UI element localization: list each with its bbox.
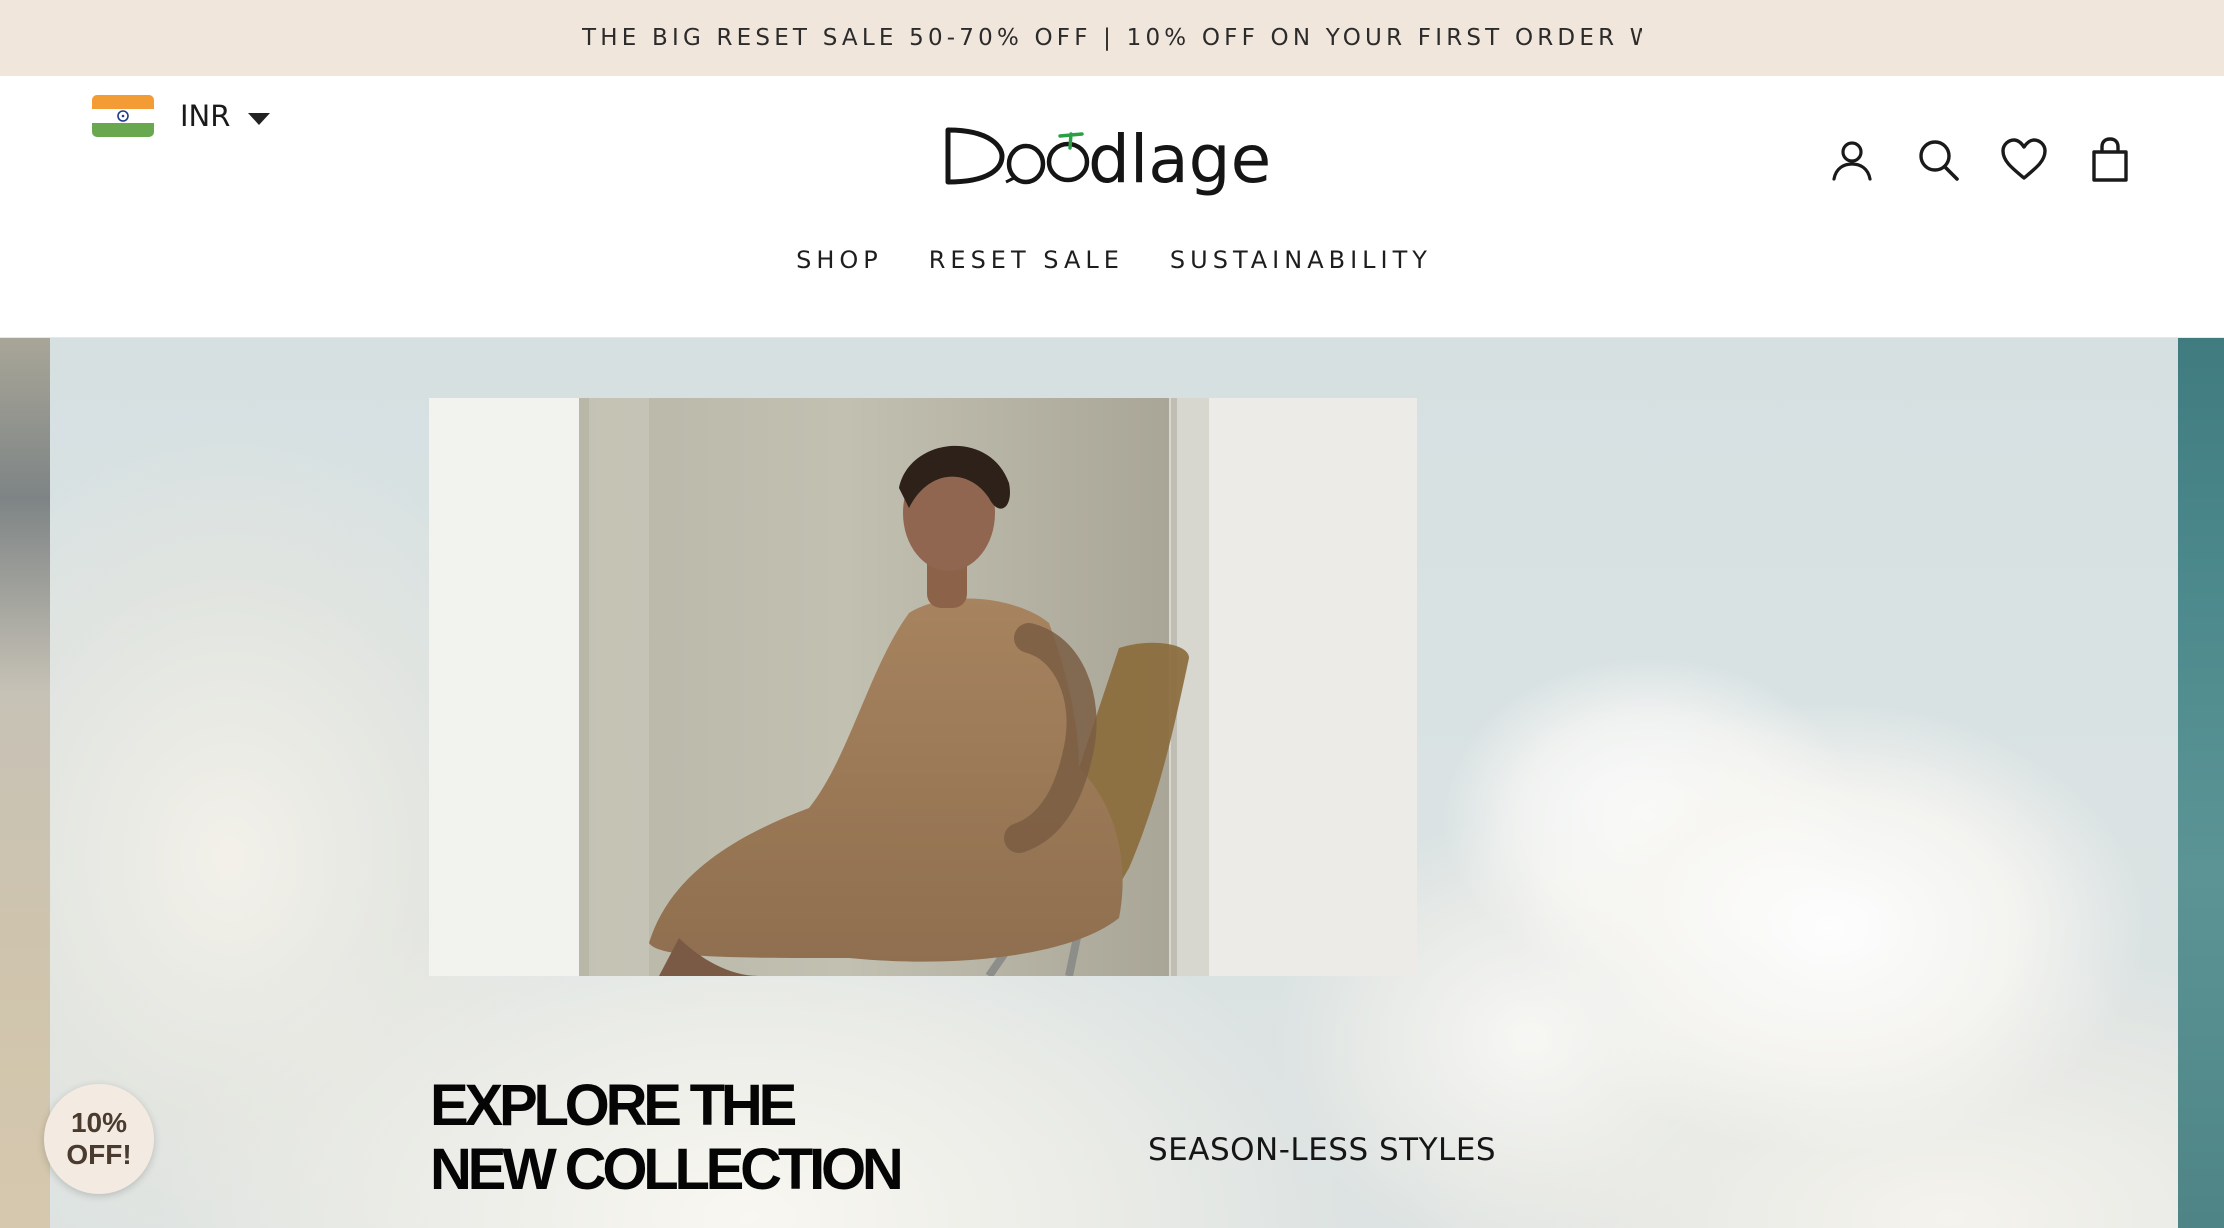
site-header: INR dlage SHOP RESET SALE SUSTAINABILITY: [0, 76, 2224, 338]
account-icon[interactable]: [1828, 136, 1876, 184]
nav-item-reset-sale[interactable]: RESET SALE: [925, 246, 1124, 274]
model-photo: [429, 398, 1417, 976]
headline-line-1: EXPLORE THE: [430, 1073, 797, 1138]
next-slide-peek[interactable]: [2178, 338, 2224, 1228]
headline-line-2: NEW COLLECTION: [430, 1137, 904, 1202]
wishlist-heart-icon[interactable]: [2000, 136, 2048, 184]
offer-badge-label: OFF!: [66, 1139, 132, 1170]
offer-badge-percent: 10%: [70, 1107, 128, 1138]
nav-item-shop[interactable]: SHOP: [792, 246, 883, 274]
announcement-text: THE BIG RESET SALE 50-70% OFF | 10% OFF …: [582, 25, 1642, 51]
main-nav: SHOP RESET SALE SUSTAINABILITY: [0, 246, 2224, 274]
india-flag-icon: [92, 95, 154, 137]
hero-subheading: SEASON-LESS STYLES: [1148, 1132, 1497, 1168]
svg-text:dlage: dlage: [1088, 121, 1271, 198]
chevron-down-icon: [248, 113, 271, 125]
hero-headline: EXPLORE THE NEW COLLECTION: [430, 1074, 1050, 1202]
discount-offer-badge[interactable]: 10% OFF!: [44, 1084, 154, 1194]
announcement-bar: THE BIG RESET SALE 50-70% OFF | 10% OFF …: [0, 0, 2224, 76]
doodlage-logo[interactable]: dlage: [940, 116, 1286, 206]
hero-banner: EXPLORE THE NEW COLLECTION SEASON-LESS S…: [0, 338, 2224, 1228]
search-icon[interactable]: [1914, 136, 1962, 184]
header-icons: [1828, 136, 2134, 184]
nav-item-sustainability[interactable]: SUSTAINABILITY: [1166, 246, 1432, 274]
currency-code: INR: [180, 99, 231, 133]
currency-selector[interactable]: INR: [92, 94, 271, 138]
previous-slide-peek[interactable]: [0, 338, 50, 1228]
cart-bag-icon[interactable]: [2086, 136, 2134, 184]
